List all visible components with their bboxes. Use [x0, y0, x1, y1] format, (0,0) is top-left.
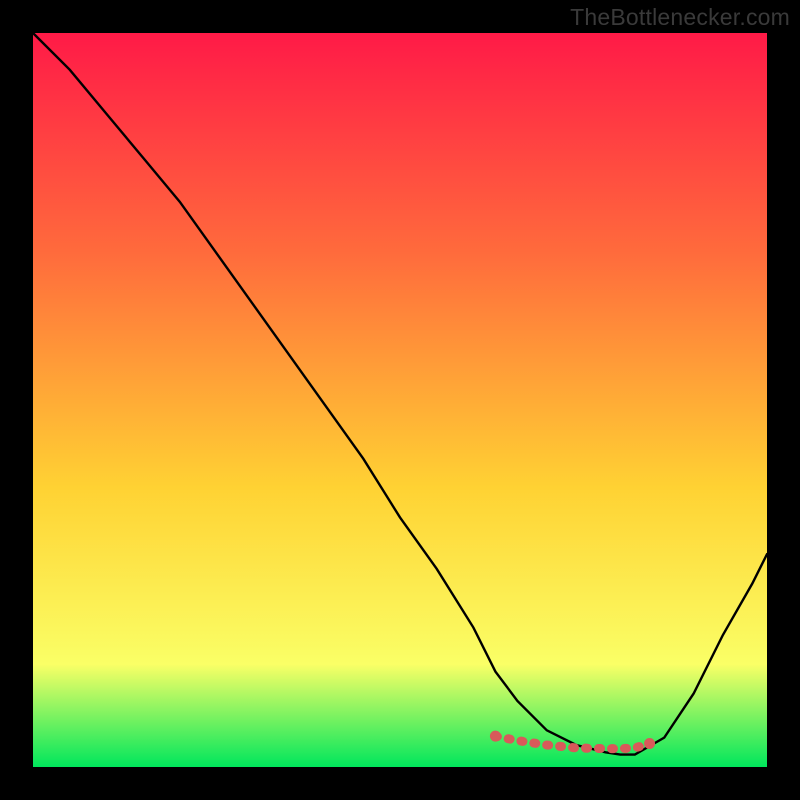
plot-area: [33, 33, 767, 767]
watermark-text: TheBottlenecker.com: [570, 4, 790, 31]
chart-container: TheBottlenecker.com: [0, 0, 800, 800]
chart-svg: [33, 33, 767, 767]
sweet-spot-start-dot: [490, 731, 501, 742]
gradient-background: [33, 33, 767, 767]
sweet-spot-end-dot: [644, 738, 655, 749]
